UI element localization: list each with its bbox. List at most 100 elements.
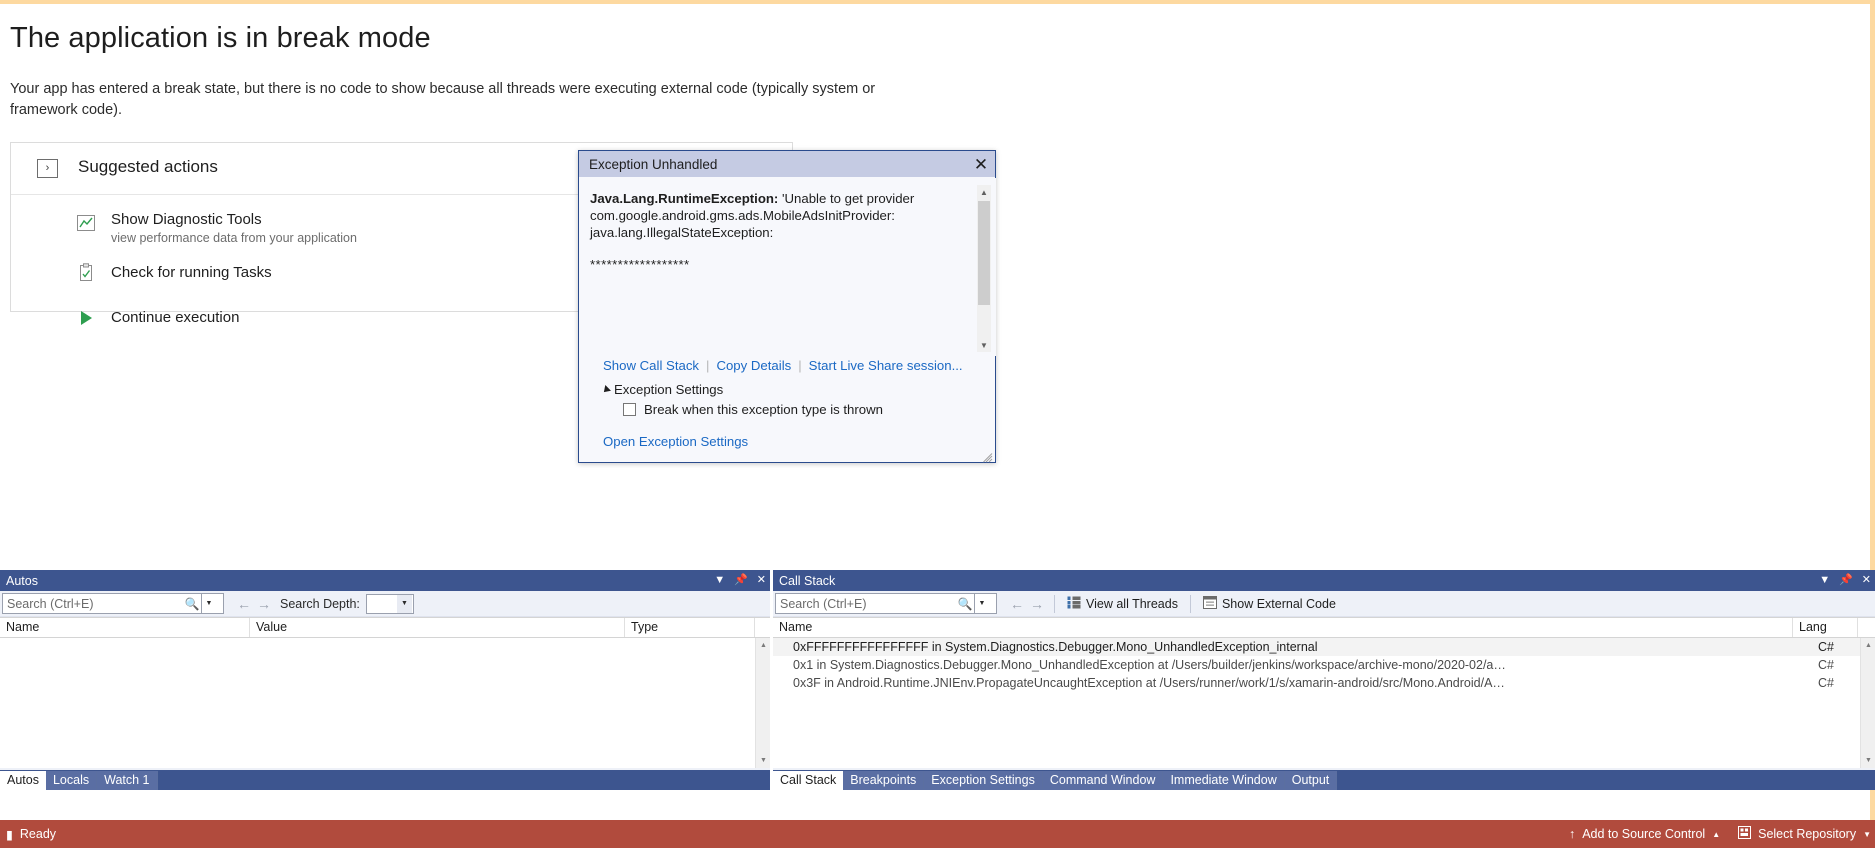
toolbar-separator (1189, 594, 1191, 613)
call-stack-search-input[interactable] (776, 594, 956, 613)
search-icon[interactable]: 🔍 (956, 594, 974, 613)
select-repository-button[interactable]: Select Repository ▼ (1738, 826, 1871, 842)
open-exception-settings-link[interactable]: Open Exception Settings (603, 434, 748, 449)
caret-up-icon[interactable]: ▲ (1712, 830, 1720, 839)
tab-autos[interactable]: Autos (0, 771, 46, 790)
link-separator: | (706, 358, 710, 373)
copy-details-link[interactable]: Copy Details (716, 358, 791, 373)
suggested-action-description: view performance data from your applicat… (111, 231, 357, 245)
search-depth-label: Search Depth: (280, 596, 360, 611)
autos-vertical-scrollbar[interactable]: ▲ ▼ (755, 638, 770, 768)
prev-arrow-icon[interactable]: ← (234, 593, 254, 615)
exception-unhandled-dialog: Exception Unhandled ✕ Java.Lang.RuntimeE… (578, 150, 996, 463)
chevron-down-icon[interactable]: ▼ (396, 594, 412, 613)
call-stack-grid-body[interactable]: 0xFFFFFFFFFFFFFFFF in System.Diagnostics… (773, 638, 1875, 768)
arrow-up-icon: ↑ (1568, 827, 1576, 841)
tasks-clipboard-icon (76, 263, 96, 283)
call-stack-frame-lang: C# (1818, 658, 1834, 672)
table-row[interactable]: 0xFFFFFFFFFFFFFFFF in System.Diagnostics… (773, 638, 1875, 656)
prev-arrow-icon[interactable]: ← (1007, 593, 1027, 615)
close-icon[interactable]: ✕ (1862, 575, 1871, 586)
scroll-up-icon[interactable]: ▲ (756, 638, 770, 653)
suggested-action-title: Check for running Tasks (111, 264, 272, 281)
break-on-exception-label: Break when this exception type is thrown (644, 402, 883, 417)
diagnostic-tools-icon (76, 213, 96, 233)
link-separator: | (798, 358, 802, 373)
close-icon[interactable]: ✕ (757, 575, 766, 586)
exception-settings-toggle[interactable]: Exception Settings (601, 382, 724, 397)
continue-play-icon (76, 308, 96, 328)
tab-breakpoints[interactable]: Breakpoints (843, 771, 925, 790)
exception-dialog-title: Exception Unhandled (589, 156, 718, 172)
exception-message-area: Java.Lang.RuntimeException: 'Unable to g… (580, 178, 996, 356)
call-stack-tabstrip: Call Stack Breakpoints Exception Setting… (773, 770, 1875, 790)
exception-scrollbar[interactable]: ▲ ▼ (977, 185, 991, 352)
autos-grid-header: Name Value Type (0, 617, 770, 638)
exception-type: Java.Lang.RuntimeException: (590, 191, 779, 206)
search-icon[interactable]: 🔍 (183, 594, 201, 613)
tab-watch-1[interactable]: Watch 1 (97, 771, 158, 790)
status-bar-right-group: ↑ Add to Source Control ▲ Select Reposit… (1569, 826, 1871, 842)
status-ready-group: ▮ Ready (6, 827, 56, 842)
call-stack-frame-name: 0x1 in System.Diagnostics.Debugger.Mono_… (793, 658, 1506, 672)
exception-stars: ****************** (590, 257, 690, 272)
column-header-lang[interactable]: Lang (1793, 618, 1858, 637)
step-into-icon: › (37, 159, 58, 178)
call-stack-frame-name: 0xFFFFFFFFFFFFFFFF in System.Diagnostics… (793, 640, 1318, 654)
search-depth-select[interactable]: ▼ (365, 593, 414, 614)
column-header-value[interactable]: Value (250, 618, 625, 637)
pin-icon[interactable]: 📌 (1839, 575, 1853, 586)
show-call-stack-link[interactable]: Show Call Stack (603, 358, 699, 373)
tab-exception-settings[interactable]: Exception Settings (924, 771, 1043, 790)
next-arrow-icon[interactable]: → (1027, 593, 1047, 615)
column-header-name[interactable]: Name (773, 618, 1793, 637)
exception-dialog-titlebar[interactable]: Exception Unhandled ✕ (579, 151, 995, 177)
call-stack-frame-lang: C# (1818, 676, 1834, 690)
scroll-down-icon[interactable]: ▼ (977, 338, 991, 352)
break-on-exception-row[interactable]: Break when this exception type is thrown (623, 402, 883, 417)
autos-grid-body[interactable]: ▲ ▼ (0, 638, 770, 768)
next-arrow-icon[interactable]: → (254, 593, 274, 615)
call-stack-search-box[interactable]: 🔍 ▼ (775, 593, 997, 614)
call-stack-panel-titlebar[interactable]: Call Stack ▼ 📌 ✕ (773, 570, 1875, 591)
exception-settings-label: Exception Settings (614, 382, 724, 397)
resize-grip[interactable] (983, 450, 993, 463)
tab-call-stack[interactable]: Call Stack (773, 771, 844, 790)
close-icon[interactable]: ✕ (970, 153, 992, 175)
show-external-code-button[interactable]: Show External Code (1198, 594, 1341, 614)
table-row[interactable]: 0x1 in System.Diagnostics.Debugger.Mono_… (773, 656, 1875, 674)
exception-action-links: Show Call Stack | Copy Details | Start L… (579, 358, 997, 373)
repository-icon (1738, 826, 1752, 842)
scroll-up-icon[interactable]: ▲ (1861, 638, 1875, 653)
autos-panel-titlebar[interactable]: Autos ▼ 📌 ✕ (0, 570, 770, 591)
dropdown-icon[interactable]: ▼ (1819, 575, 1830, 586)
autos-search-input[interactable] (3, 594, 183, 613)
tab-output[interactable]: Output (1284, 771, 1338, 790)
pin-icon[interactable]: 📌 (734, 575, 748, 586)
table-row[interactable]: 0x3F in Android.Runtime.JNIEnv.Propagate… (773, 674, 1875, 692)
dropdown-icon[interactable]: ▼ (714, 575, 725, 586)
tab-immediate-window[interactable]: Immediate Window (1163, 771, 1285, 790)
autos-search-box[interactable]: 🔍 ▼ (2, 593, 224, 614)
scroll-down-icon[interactable]: ▼ (1861, 753, 1875, 768)
scrollbar-thumb[interactable] (978, 201, 990, 305)
view-all-threads-button[interactable]: View all Threads (1062, 594, 1183, 614)
scroll-up-icon[interactable]: ▲ (977, 185, 991, 199)
call-stack-panel-title: Call Stack (779, 573, 836, 588)
tab-locals[interactable]: Locals (45, 771, 98, 790)
caret-down-icon[interactable]: ▼ (1863, 830, 1871, 839)
chevron-down-icon[interactable]: ▼ (201, 594, 216, 613)
view-all-threads-label: View all Threads (1086, 596, 1178, 611)
column-header-name[interactable]: Name (0, 618, 250, 637)
call-stack-grid-header: Name Lang (773, 617, 1875, 638)
select-repository-label: Select Repository (1758, 827, 1857, 841)
break-on-exception-checkbox[interactable] (623, 403, 636, 416)
add-to-source-control-button[interactable]: ↑ Add to Source Control ▲ (1569, 827, 1720, 841)
tab-command-window[interactable]: Command Window (1042, 771, 1164, 790)
threads-icon (1067, 596, 1081, 612)
call-stack-vertical-scrollbar[interactable]: ▲ ▼ (1860, 638, 1875, 768)
scroll-down-icon[interactable]: ▼ (756, 753, 770, 768)
chevron-down-icon[interactable]: ▼ (974, 594, 989, 613)
column-header-type[interactable]: Type (625, 618, 755, 637)
start-live-share-link[interactable]: Start Live Share session... (809, 358, 963, 373)
